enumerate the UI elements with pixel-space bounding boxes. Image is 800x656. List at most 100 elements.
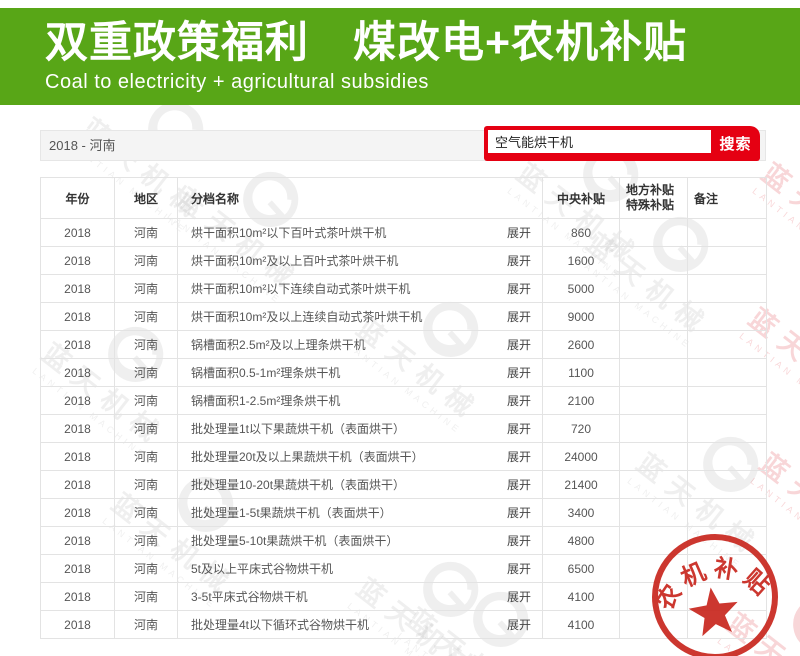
cell-remark: [688, 331, 767, 359]
cell-name-text: 烘干面积10m²及以上连续自动式茶叶烘干机: [191, 308, 422, 325]
cell-name-text: 批处理量4t以下循环式谷物烘干机: [191, 616, 369, 633]
cell-name: 5t及以上平床式谷物烘干机 展开: [178, 555, 543, 583]
page-subtitle: Coal to electricity + agricultural subsi…: [45, 71, 800, 94]
table-row: 2018 河南 批处理量10-20t果蔬烘干机（表面烘干） 展开 21400: [41, 471, 767, 499]
cell-name-text: 锅槽面积1-2.5m²理条烘干机: [191, 392, 340, 409]
cell-region: 河南: [115, 275, 178, 303]
cell-region: 河南: [115, 219, 178, 247]
cell-local-subsidy: [620, 443, 688, 471]
cell-region: 河南: [115, 247, 178, 275]
cell-region: 河南: [115, 303, 178, 331]
cell-year: 2018: [41, 219, 115, 247]
cell-name-text: 批处理量1-5t果蔬烘干机（表面烘干）: [191, 504, 392, 521]
expand-link[interactable]: 展开: [507, 504, 536, 521]
cell-central-subsidy: 9000: [543, 303, 620, 331]
expand-link[interactable]: 展开: [507, 560, 536, 577]
cell-year: 2018: [41, 443, 115, 471]
expand-link[interactable]: 展开: [507, 252, 536, 269]
expand-link[interactable]: 展开: [507, 532, 536, 549]
page: 蓝天机械 LANTIAN MACHINE 蓝天机械 LANTIAN MACHIN…: [0, 0, 800, 656]
cell-central-subsidy: 6500: [543, 555, 620, 583]
cell-year: 2018: [41, 331, 115, 359]
cell-central-subsidy: 720: [543, 415, 620, 443]
expand-link[interactable]: 展开: [507, 588, 536, 605]
table-row: 2018 河南 锅槽面积0.5-1m²理条烘干机 展开 1100: [41, 359, 767, 387]
cell-central-subsidy: 4100: [543, 583, 620, 611]
cell-year: 2018: [41, 303, 115, 331]
cell-central-subsidy: 2600: [543, 331, 620, 359]
table-row: 2018 河南 烘干面积10m²以下百叶式茶叶烘干机 展开 860: [41, 219, 767, 247]
table-row: 2018 河南 烘干面积10m²及以上百叶式茶叶烘干机 展开 1600: [41, 247, 767, 275]
cell-local-subsidy: [620, 219, 688, 247]
cell-central-subsidy: 1100: [543, 359, 620, 387]
col-header-local-line1: 地方补贴: [626, 183, 681, 198]
expand-link[interactable]: 展开: [507, 616, 536, 633]
cell-remark: [688, 443, 767, 471]
cell-remark: [688, 303, 767, 331]
stamp-star-icon: [686, 584, 741, 637]
expand-link[interactable]: 展开: [507, 336, 536, 353]
cell-year: 2018: [41, 359, 115, 387]
cell-local-subsidy: [620, 247, 688, 275]
cell-region: 河南: [115, 471, 178, 499]
table-row: 2018 河南 锅槽面积2.5m²及以上理条烘干机 展开 2600: [41, 331, 767, 359]
cell-year: 2018: [41, 247, 115, 275]
expand-link[interactable]: 展开: [507, 364, 536, 381]
expand-link[interactable]: 展开: [507, 476, 536, 493]
cell-remark: [688, 471, 767, 499]
cell-local-subsidy: [620, 471, 688, 499]
header-banner: 双重政策福利 煤改电+农机补贴 Coal to electricity + ag…: [0, 8, 800, 105]
search-button[interactable]: 搜索: [711, 126, 760, 161]
cell-year: 2018: [41, 527, 115, 555]
cell-central-subsidy: 2100: [543, 387, 620, 415]
subsidy-stamp: 农机补贴: [637, 519, 793, 656]
cell-remark: [688, 387, 767, 415]
cell-name: 批处理量4t以下循环式谷物烘干机 展开: [178, 611, 543, 639]
col-header-local-line2: 特殊补贴: [626, 198, 681, 213]
cell-region: 河南: [115, 611, 178, 639]
cell-remark: [688, 219, 767, 247]
cell-central-subsidy: 860: [543, 219, 620, 247]
cell-year: 2018: [41, 387, 115, 415]
cell-year: 2018: [41, 611, 115, 639]
expand-link[interactable]: 展开: [507, 280, 536, 297]
search-input[interactable]: [488, 130, 711, 153]
cell-central-subsidy: 21400: [543, 471, 620, 499]
cell-name-text: 批处理量1t以下果蔬烘干机（表面烘干）: [191, 420, 405, 437]
table-row: 2018 河南 批处理量1t以下果蔬烘干机（表面烘干） 展开 720: [41, 415, 767, 443]
expand-link[interactable]: 展开: [507, 448, 536, 465]
cell-name-text: 批处理量5-10t果蔬烘干机（表面烘干）: [191, 532, 398, 549]
cell-region: 河南: [115, 499, 178, 527]
cell-name: 烘干面积10m²以下百叶式茶叶烘干机 展开: [178, 219, 543, 247]
cell-local-subsidy: [620, 303, 688, 331]
table-row: 2018 河南 锅槽面积1-2.5m²理条烘干机 展开 2100: [41, 387, 767, 415]
cell-region: 河南: [115, 359, 178, 387]
expand-link[interactable]: 展开: [507, 392, 536, 409]
cell-central-subsidy: 3400: [543, 499, 620, 527]
cell-name: 烘干面积10m²及以上连续自动式茶叶烘干机 展开: [178, 303, 543, 331]
search-box: 搜索: [484, 126, 760, 161]
cell-name-text: 烘干面积10m²及以上百叶式茶叶烘干机: [191, 252, 398, 269]
cell-central-subsidy: 24000: [543, 443, 620, 471]
page-title: 双重政策福利 煤改电+农机补贴: [45, 18, 800, 68]
expand-link[interactable]: 展开: [507, 308, 536, 325]
cell-name: 锅槽面积2.5m²及以上理条烘干机 展开: [178, 331, 543, 359]
cell-name-text: 批处理量20t及以上果蔬烘干机（表面烘干）: [191, 448, 424, 465]
cell-remark: [688, 247, 767, 275]
cell-name-text: 5t及以上平床式谷物烘干机: [191, 560, 333, 577]
cell-name: 批处理量20t及以上果蔬烘干机（表面烘干） 展开: [178, 443, 543, 471]
expand-link[interactable]: 展开: [507, 420, 536, 437]
filter-label: 2018 - 河南: [49, 131, 115, 160]
cell-local-subsidy: [620, 415, 688, 443]
cell-name: 批处理量1-5t果蔬烘干机（表面烘干） 展开: [178, 499, 543, 527]
table-row: 2018 河南 批处理量20t及以上果蔬烘干机（表面烘干） 展开 24000: [41, 443, 767, 471]
cell-year: 2018: [41, 583, 115, 611]
cell-name: 锅槽面积1-2.5m²理条烘干机 展开: [178, 387, 543, 415]
cell-region: 河南: [115, 387, 178, 415]
expand-link[interactable]: 展开: [507, 224, 536, 241]
cell-year: 2018: [41, 275, 115, 303]
cell-year: 2018: [41, 415, 115, 443]
cell-year: 2018: [41, 471, 115, 499]
cell-region: 河南: [115, 415, 178, 443]
cell-region: 河南: [115, 583, 178, 611]
